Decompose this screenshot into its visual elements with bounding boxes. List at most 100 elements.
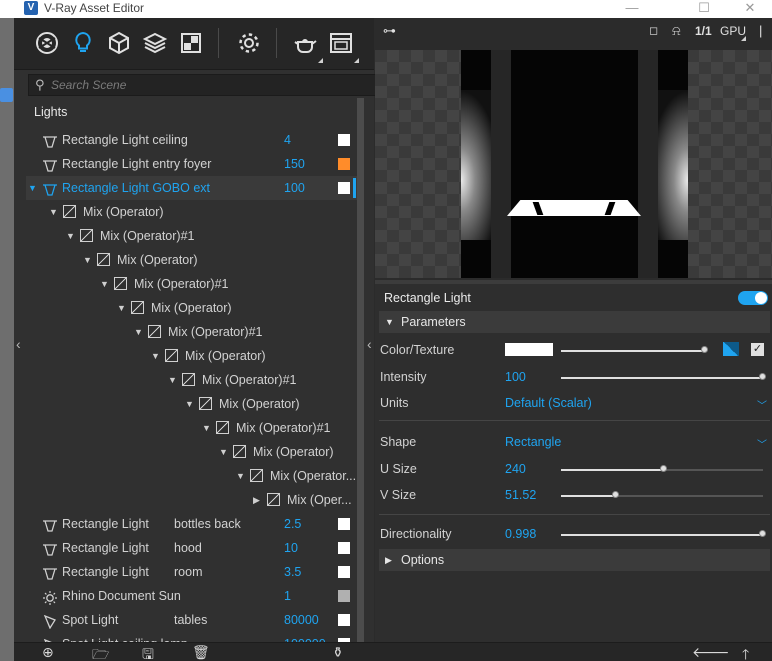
expand-arrow-icon[interactable]: ▼ xyxy=(117,296,127,320)
color-swatch[interactable] xyxy=(338,590,350,602)
operator-tree-item[interactable]: ▼ Mix (Operator)#1 xyxy=(26,272,364,296)
up-arrow-icon[interactable]: 🡑 xyxy=(742,644,749,661)
expand-arrow-icon[interactable]: ▼ xyxy=(100,272,110,296)
save-icon[interactable]: 🖫 xyxy=(142,644,154,661)
add-asset-icon[interactable]: ⊕ xyxy=(42,644,54,661)
maximize-button[interactable]: ☐ xyxy=(684,0,724,18)
light-list-item[interactable]: Rectangle Light hood 10 xyxy=(26,536,364,560)
expand-arrow-icon[interactable]: ▼ xyxy=(168,368,178,392)
units-chevron-down-icon[interactable]: ﹀ xyxy=(757,397,767,412)
directionality-slider-knob[interactable] xyxy=(759,530,766,537)
intensity-value[interactable]: 2.5 xyxy=(284,512,301,536)
delete-icon[interactable]: 🗑 xyxy=(192,644,210,661)
operator-tree-item[interactable]: ▼ Mix (Operator) xyxy=(26,200,364,224)
intensity-value[interactable]: 80000 xyxy=(284,608,319,632)
intensity-value[interactable]: 150 xyxy=(284,152,305,176)
color-swatch[interactable] xyxy=(338,518,350,530)
intensity-value[interactable]: 3.5 xyxy=(284,560,301,584)
shape-chevron-down-icon[interactable]: ﹀ xyxy=(757,436,767,451)
texture-slot-icon[interactable] xyxy=(723,342,739,356)
pixel-ratio-label[interactable]: 1/1 xyxy=(695,24,712,38)
u-size-slider-knob[interactable] xyxy=(660,465,667,472)
expand-arrow-icon[interactable]: ▼ xyxy=(185,392,195,416)
expand-arrow-icon[interactable]: ▼ xyxy=(219,440,229,464)
v-size-slider-knob[interactable] xyxy=(612,491,619,498)
color-swatch[interactable] xyxy=(338,134,350,146)
color-swatch[interactable] xyxy=(338,182,350,194)
directionality-slider-track[interactable] xyxy=(561,534,763,536)
color-slider-knob[interactable] xyxy=(701,346,708,353)
operator-tree-item[interactable]: ▼ Mix (Operator) xyxy=(26,440,364,464)
operator-tree-item[interactable]: ▼ Mix (Operator)#1 xyxy=(26,368,364,392)
light-list-item[interactable]: Rhino Document Sun 1 xyxy=(26,584,364,608)
region-icon[interactable]: ◻ xyxy=(649,24,658,37)
color-swatch[interactable] xyxy=(338,158,350,170)
u-size-value[interactable]: 240 xyxy=(505,462,526,476)
v-size-value[interactable]: 51.52 xyxy=(505,488,536,502)
intensity-value[interactable]: 1 xyxy=(284,584,291,608)
lights-icon[interactable] xyxy=(70,30,96,56)
layers-icon[interactable] xyxy=(142,30,168,56)
light-list-item[interactable]: Spot Light tables 80000 xyxy=(26,608,364,632)
frame-buffer-menu-corner-icon[interactable] xyxy=(354,58,359,63)
collapse-middle-arrow-icon[interactable]: ‹ xyxy=(367,336,372,352)
settings-icon[interactable] xyxy=(236,30,262,56)
search-input[interactable] xyxy=(51,77,351,93)
expand-arrow-icon[interactable]: ▼ xyxy=(236,464,246,488)
color-swatch[interactable] xyxy=(338,614,350,626)
engine-menu-corner-icon[interactable] xyxy=(741,36,746,41)
minimize-button[interactable]: — xyxy=(612,0,652,18)
teapot-menu-corner-icon[interactable] xyxy=(318,58,323,63)
operator-tree-item[interactable]: ▼ Mix (Operator) xyxy=(26,392,364,416)
light-list-item[interactable]: Rectangle Light room 3.5 xyxy=(26,560,364,584)
tree-scrollbar[interactable] xyxy=(357,98,364,658)
color-swatch[interactable] xyxy=(338,542,350,554)
operator-tree-item[interactable]: ▼ Mix (Operator) xyxy=(26,296,364,320)
teapot-preview-icon[interactable]: ⍾ xyxy=(672,23,681,39)
intensity-value[interactable]: 10 xyxy=(284,536,298,560)
purge-brush-icon[interactable]: ⚱ xyxy=(332,644,344,661)
operator-tree-item[interactable]: ▼ Mix (Operator)#1 xyxy=(26,224,364,248)
intensity-value[interactable]: 4 xyxy=(284,128,291,152)
parameters-section-header[interactable]: ▼ Parameters xyxy=(379,311,770,333)
expand-arrow-icon[interactable]: ▼ xyxy=(151,344,161,368)
expand-arrow-icon[interactable]: ▼ xyxy=(134,320,144,344)
tree-scrollbar-thumb[interactable] xyxy=(357,98,364,658)
operator-tree-item[interactable]: ▶ Mix (Oper... xyxy=(26,488,364,512)
color-slider-track[interactable] xyxy=(561,350,705,352)
operator-tree-item[interactable]: ▼ Mix (Operator)#1 xyxy=(26,320,364,344)
units-dropdown[interactable]: Default (Scalar) xyxy=(505,396,592,410)
frame-buffer-icon[interactable] xyxy=(328,30,354,56)
texture-enable-checkbox[interactable]: ✓ xyxy=(751,343,764,356)
color-swatch[interactable] xyxy=(338,566,350,578)
intensity-value[interactable]: 100 xyxy=(284,176,305,200)
collapse-left-arrow-icon[interactable]: ‹ xyxy=(16,336,21,352)
directionality-value[interactable]: 0.998 xyxy=(505,527,536,541)
light-list-item[interactable]: Rectangle Light bottles back 2.5 xyxy=(26,512,364,536)
close-button[interactable]: ✕ xyxy=(730,0,770,18)
open-folder-icon[interactable]: 🗁 xyxy=(92,644,109,661)
intensity-slider-track[interactable] xyxy=(561,377,763,379)
expand-arrow-icon[interactable]: ▼ xyxy=(83,248,93,272)
render-elements-icon[interactable] xyxy=(178,30,204,56)
teapot-render-icon[interactable] xyxy=(292,30,318,56)
geometry-icon[interactable] xyxy=(106,30,132,56)
expand-arrow-icon[interactable]: ▼ xyxy=(66,224,76,248)
light-list-item[interactable]: Rectangle Light ceiling 4 xyxy=(26,128,364,152)
color-swatch[interactable] xyxy=(505,343,553,356)
enable-toggle[interactable] xyxy=(738,291,768,305)
operator-tree-item[interactable]: ▼ Mix (Operator) xyxy=(26,344,364,368)
materials-icon[interactable] xyxy=(34,30,60,56)
back-arrow-icon[interactable]: 🡐 xyxy=(692,644,730,661)
expand-arrow-icon[interactable]: ▼ xyxy=(28,176,38,200)
operator-tree-item[interactable]: ▼ Mix (Operator) xyxy=(26,248,364,272)
options-section-header[interactable]: ▶ Options xyxy=(379,549,770,571)
operator-tree-item[interactable]: ▼ Mix (Operator... xyxy=(26,464,364,488)
expand-arrow-icon[interactable]: ▼ xyxy=(49,200,59,224)
shape-dropdown[interactable]: Rectangle xyxy=(505,435,561,449)
intensity-slider-knob[interactable] xyxy=(759,373,766,380)
light-list-item[interactable]: Rectangle Light entry foyer 150 xyxy=(26,152,364,176)
pin-icon[interactable]: ⊶ xyxy=(383,23,396,39)
collapse-arrow-icon[interactable]: ▶ xyxy=(253,488,263,512)
expand-arrow-icon[interactable]: ▼ xyxy=(202,416,212,440)
